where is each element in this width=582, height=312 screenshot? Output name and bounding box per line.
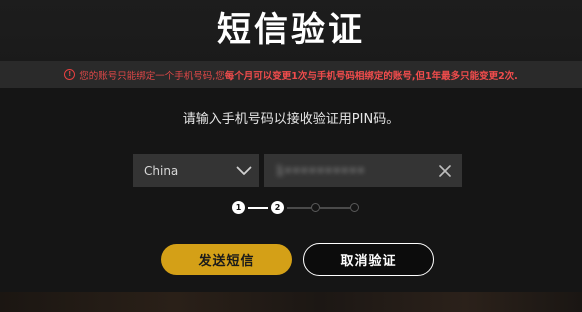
warning-text: 您的账号只能绑定一个手机号码,您每个月可以变更1次与手机号码相绑定的账号,但1年… [79,68,518,82]
close-icon[interactable] [428,164,462,177]
background-image-strip [0,292,582,312]
warning-text-strong: 每个月可以变更1次与手机号码相绑定的账号,但1年最多只能变更2次. [224,70,518,82]
send-sms-button[interactable]: 发送短信 [161,244,292,275]
instruction-text: 请输入手机号码以接收验证用PIN码。 [182,112,400,127]
step-1: 1 [232,201,245,214]
phone-number-value: 1•••••••••• [276,163,366,178]
step-connector [320,207,350,209]
step-indicator: 1 2 [232,201,362,215]
phone-number-input[interactable]: 1•••••••••• [264,154,462,187]
country-select-value: China [144,163,179,178]
country-select[interactable]: China [133,154,259,187]
step-connector [287,207,311,209]
page-title: 短信验证 [217,10,365,50]
step-connector-done [248,207,268,209]
cancel-verification-button[interactable]: 取消验证 [303,243,434,276]
chevron-down-icon [229,166,259,176]
warning-text-normal: 您的账号只能绑定一个手机号码,您 [79,70,225,82]
step-2-current: 2 [271,201,284,214]
step-4 [350,203,359,212]
exclamation-circle-icon: ! [64,69,76,80]
warning-banner: ! 您的账号只能绑定一个手机号码,您每个月可以变更1次与手机号码相绑定的账号,但… [0,61,582,88]
step-3 [311,203,320,212]
